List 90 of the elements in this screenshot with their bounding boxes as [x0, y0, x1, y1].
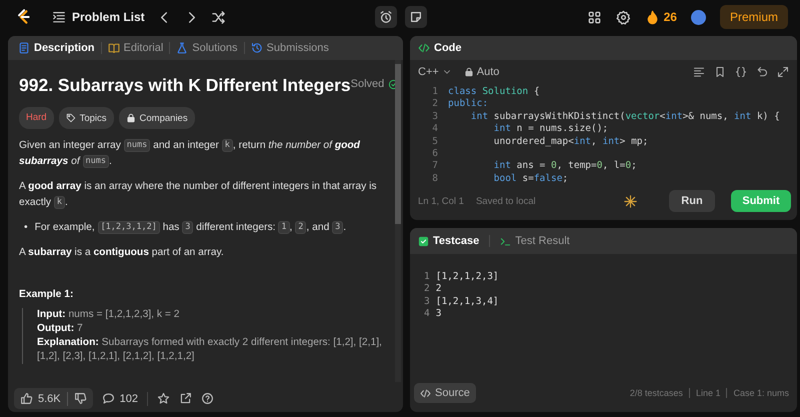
- code-line: int n = nums.size();: [492, 123, 608, 136]
- timer-button[interactable]: [375, 6, 397, 28]
- format-icon[interactable]: [693, 66, 705, 78]
- thumbs-down-icon: [74, 392, 87, 405]
- line-number: 7: [431, 160, 439, 173]
- line-number: 8: [431, 172, 439, 186]
- flame-icon[interactable]: [644, 10, 660, 24]
- tab[interactable]: Solutions: [172, 39, 242, 57]
- tag-button[interactable]: Companies: [118, 107, 195, 129]
- avatar[interactable]: [690, 10, 706, 24]
- checkbox-icon: [418, 236, 429, 246]
- tab[interactable]: Editorial: [104, 39, 168, 57]
- case-label: Case 1: nums: [733, 388, 789, 398]
- comment-icon[interactable]: [102, 392, 115, 405]
- code-line: unordered_map<int, int> mp;: [492, 136, 648, 148]
- language-dropdown[interactable]: C++: [418, 66, 452, 78]
- code-line: public:: [448, 98, 488, 111]
- lock-icon: [126, 113, 136, 123]
- alarm-clock-icon: [379, 10, 393, 24]
- example-line: Output: 7: [37, 322, 84, 336]
- difficulty-badge: Hard: [19, 107, 54, 129]
- sparkle-icon[interactable]: [624, 194, 637, 208]
- line-number: 3: [424, 296, 430, 308]
- notes-button[interactable]: [405, 6, 427, 28]
- code-line: bool s=false;: [492, 172, 568, 186]
- grid-icon[interactable]: [586, 10, 602, 24]
- paragraph: A good array is an array where the number of different integers in that array is exactly k .: [19, 180, 378, 211]
- help-icon[interactable]: [201, 392, 214, 405]
- book-icon: [108, 42, 120, 54]
- tag-button[interactable]: Topics: [58, 107, 114, 129]
- example-line: Input: nums = [1,2,1,2,3], k = 2: [37, 308, 180, 322]
- paragraph: A subarray is a contiguous part of an array.: [19, 246, 225, 260]
- save-status: Saved to local: [476, 196, 536, 206]
- code-icon: [418, 42, 430, 54]
- line-number: 5: [431, 136, 439, 148]
- note-icon: [409, 10, 423, 24]
- line-number: 2: [431, 98, 439, 111]
- run-button[interactable]: Run: [669, 190, 715, 212]
- example-line: Explanation: Subarrays formed with exactly 2 different integers: [1,2], [2,1], [1,2], [2,3], [1,2,1], [2,1,2], [1,2,1,2]: [37, 336, 383, 364]
- flask-icon: [176, 42, 188, 54]
- line-number: 1: [424, 271, 430, 284]
- bullet-marker: •: [24, 221, 28, 235]
- streak-count: 26: [664, 10, 677, 24]
- testcase-count: 2/8 testcases: [630, 388, 683, 398]
- bookmark-icon[interactable]: [714, 66, 726, 78]
- code-icon: [420, 388, 431, 398]
- bullet-text: For example, [1,2,3,1,2] has 3 different integers: 1 , 2 , and 3 .: [34, 220, 346, 236]
- line-number: 4: [424, 308, 430, 320]
- line-number: 2: [424, 283, 430, 296]
- settings-icon[interactable]: [616, 10, 631, 24]
- testcase-line: [1,2,1,2,3]: [436, 271, 499, 284]
- terminal-icon: [500, 236, 512, 246]
- problem-list-link[interactable]: Problem List: [72, 10, 145, 24]
- list-icon: [52, 10, 66, 24]
- undo-icon[interactable]: [756, 66, 768, 78]
- comment-count: 102: [120, 392, 138, 404]
- tab[interactable]: Description: [14, 39, 99, 57]
- tag-icon: [66, 113, 76, 123]
- panel-title: Code: [434, 42, 462, 54]
- example-heading: Example 1:: [19, 288, 74, 302]
- premium-button[interactable]: Premium: [720, 5, 788, 29]
- history-icon: [250, 42, 263, 54]
- shuffle-icon[interactable]: [210, 10, 226, 24]
- tab[interactable]: Submissions: [246, 39, 333, 57]
- line-number: 4: [431, 123, 439, 136]
- solved-status: Solved: [350, 77, 384, 92]
- cursor-position: Ln 1, Col 1: [418, 196, 464, 206]
- line-label: Line 1: [696, 388, 720, 398]
- problem-title: 992. Subarrays with K Different Integers: [19, 74, 351, 97]
- line-number: 3: [431, 110, 439, 124]
- code-line: int ans = 0, temp=0, l=0;: [492, 160, 637, 173]
- testcase-line: 3: [436, 308, 442, 320]
- lock-icon: [464, 67, 474, 77]
- braces-icon[interactable]: [735, 66, 747, 78]
- testcase-line: [1,2,1,3,4]: [436, 296, 499, 308]
- tab[interactable]: Testcase: [418, 235, 480, 247]
- paragraph: Given an integer array nums and an integer k , return the number of good subarrays of nums .: [19, 138, 361, 170]
- expand-icon[interactable]: [777, 66, 789, 78]
- star-icon[interactable]: [157, 392, 170, 405]
- testcase-line: 2: [436, 283, 442, 296]
- document-icon: [18, 42, 30, 54]
- tab[interactable]: Test Result: [500, 235, 570, 247]
- code-line: int subarraysWithKDistinct(vector<int>& nums, int k) {: [470, 110, 780, 124]
- line-number: 1: [431, 86, 439, 98]
- code-line: class Solution {: [448, 86, 540, 98]
- thumbs-up-icon: [20, 392, 33, 405]
- share-icon[interactable]: [179, 392, 192, 405]
- line-number: 6: [431, 148, 439, 160]
- source-button[interactable]: Source: [414, 383, 476, 403]
- mode-label: Auto: [476, 66, 500, 78]
